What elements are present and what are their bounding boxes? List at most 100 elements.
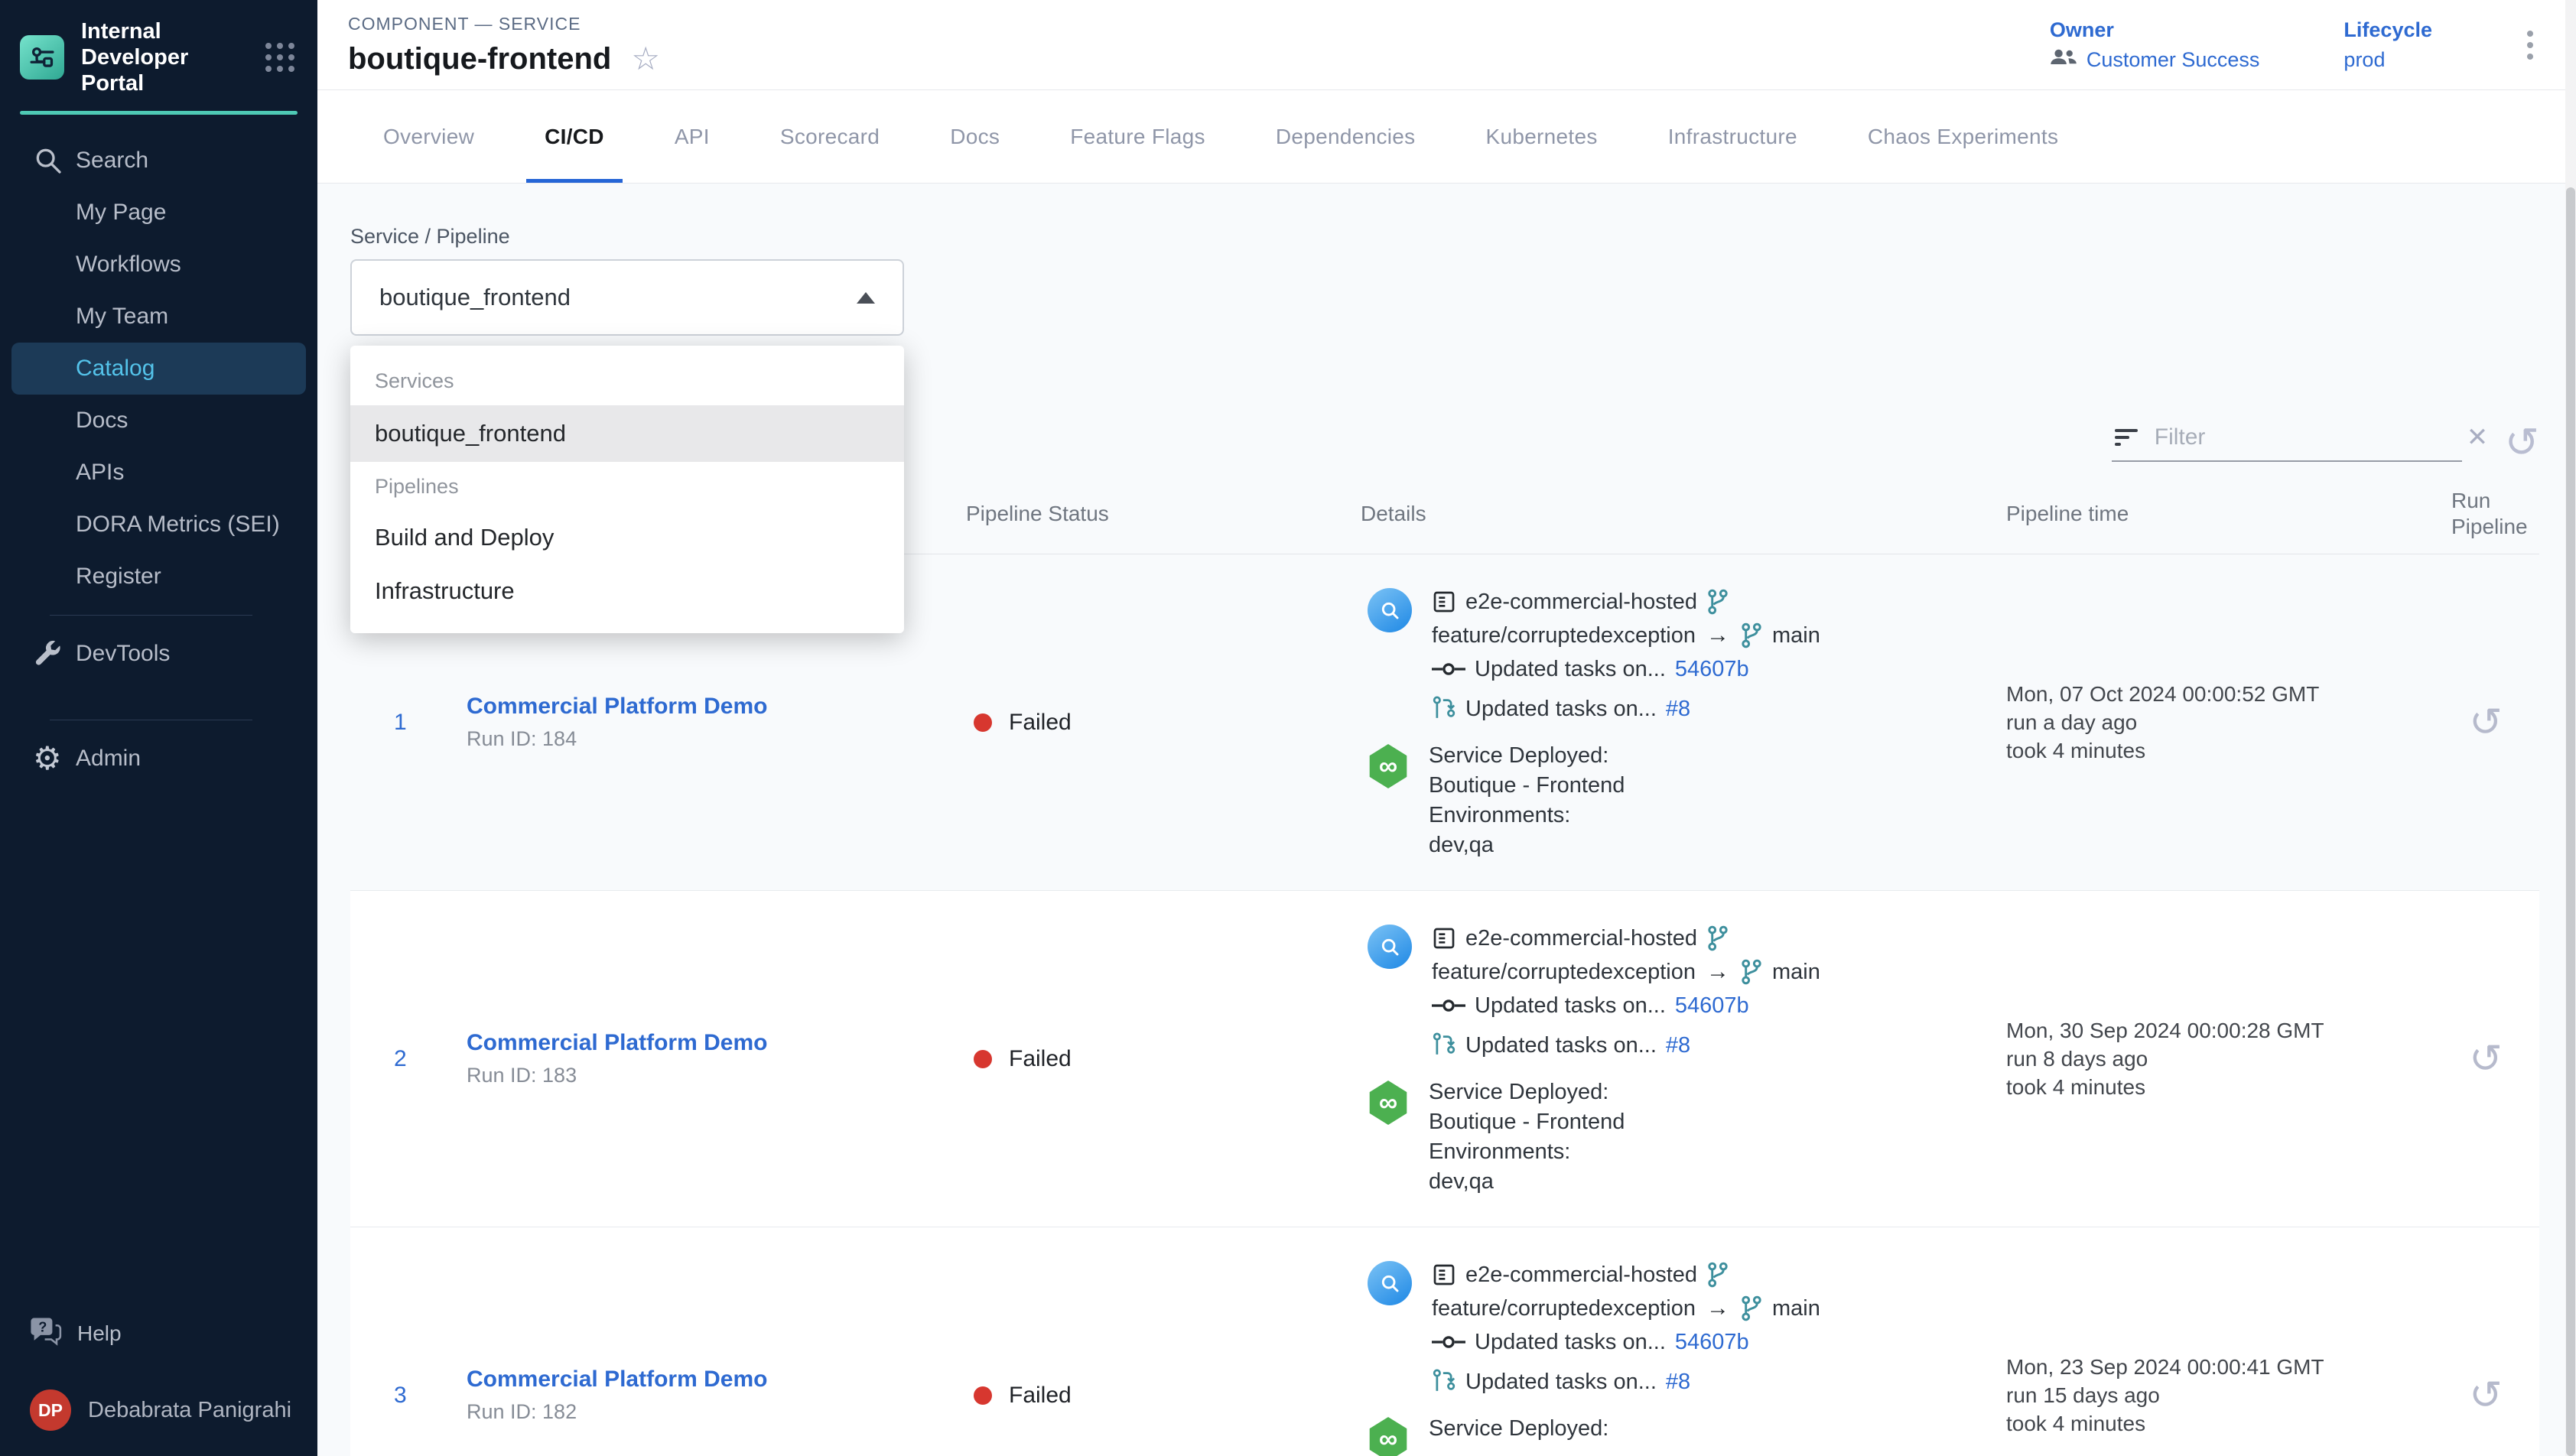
help-button[interactable]: ? Help [11,1308,306,1360]
tab-cicd[interactable]: CI/CD [509,90,639,183]
sidebar-header: Internal Developer Portal [0,0,317,111]
pull-request-icon [1432,1368,1456,1396]
tab-scorecard[interactable]: Scorecard [745,90,915,183]
deploy-details: Service Deployed: Boutique - Frontend En… [1368,1077,1989,1197]
apps-grid-icon[interactable] [262,40,298,75]
menu-option-boutique-frontend[interactable]: boutique_frontend [350,405,904,462]
favorite-star-icon[interactable]: ☆ [631,43,660,75]
pr-message: Updated tasks on... [1465,1029,1657,1062]
user-menu[interactable]: DP Debabrata Panigrahi [11,1384,306,1436]
deploy-line: Boutique - Frontend [1429,1107,1625,1137]
filter-input[interactable] [2153,424,2451,451]
sidebar-item-devtools[interactable]: DevTools [11,628,306,680]
sidebar-item-dora-metrics[interactable]: DORA Metrics (SEI) [11,499,306,551]
menu-group-services: Services [350,356,904,405]
sidebar-item-admin[interactable]: ⚙ Admin [11,733,306,785]
sidebar: Internal Developer Portal Search My Page… [0,0,317,1456]
sidebar-item-label: APIs [76,460,124,486]
clear-filter-icon[interactable]: ✕ [2467,424,2489,450]
tab-infrastructure[interactable]: Infrastructure [1633,90,1833,183]
main-area: COMPONENT — SERVICE boutique-frontend ☆ … [317,0,2576,1456]
details-cell: e2e-commercial-hosted feature/corruptede [1346,891,1989,1197]
sidebar-item-docs[interactable]: Docs [11,395,306,447]
tab-overview[interactable]: Overview [348,90,509,183]
pipeline-name-link[interactable]: Commercial Platform Demo [467,1030,948,1056]
sidebar-item-label: Docs [76,408,128,434]
chevron-up-icon [857,292,875,304]
filter-field: ✕ [2112,424,2462,462]
menu-option-build-and-deploy[interactable]: Build and Deploy [350,511,904,564]
repo-icon [1432,926,1456,951]
tab-kubernetes[interactable]: Kubernetes [1450,90,1632,183]
sidebar-item-label: Search [76,148,148,174]
pipeline-select-value: boutique_frontend [379,284,571,311]
row-index: 1 [350,710,467,736]
tab-docs[interactable]: Docs [915,90,1035,183]
pipeline-time: Mon, 23 Sep 2024 00:00:41 GMT run 15 day… [1989,1353,2432,1438]
run-pipeline-icon[interactable]: ↺ [2469,1039,2503,1079]
user-name: Debabrata Panigrahi [88,1398,291,1423]
commit-link[interactable]: 54607b [1675,989,1749,1022]
entity-header: COMPONENT — SERVICE boutique-frontend ☆ … [317,0,2576,90]
ci-stage-icon [1368,588,1412,632]
refresh-icon[interactable]: ↺ [2505,422,2539,463]
tab-chaos-experiments[interactable]: Chaos Experiments [1833,90,2093,183]
branch-icon [1706,589,1729,615]
commit-message: Updated tasks on... [1475,1325,1666,1359]
scrollbar-thumb[interactable] [2566,187,2575,1456]
sidebar-item-apis[interactable]: APIs [11,447,306,499]
sidebar-item-label: My Team [76,304,168,330]
pr-link[interactable]: #8 [1666,1029,1690,1062]
table-row: 2 Commercial Platform Demo Run ID: 183 F… [350,891,2539,1227]
tab-dependencies[interactable]: Dependencies [1241,90,1451,183]
ci-stage-icon [1368,925,1412,969]
sidebar-item-my-page[interactable]: My Page [11,187,306,239]
run-pipeline-icon[interactable]: ↺ [2469,1376,2503,1415]
branch-icon [1706,925,1729,951]
deploy-line: Environments: [1429,801,1625,830]
column-details: Details [1346,502,1989,526]
sidebar-item-label: Catalog [76,356,154,382]
svg-text:?: ? [38,1319,47,1334]
repo-icon [1432,1263,1456,1287]
commit-link[interactable]: 54607b [1675,652,1749,686]
pipeline-name-link[interactable]: Commercial Platform Demo [467,1367,948,1393]
sidebar-item-label: Register [76,564,161,590]
entity-identity: COMPONENT — SERVICE boutique-frontend ☆ [348,14,660,76]
sidebar-item-register[interactable]: Register [11,551,306,603]
sidebar-item-workflows[interactable]: Workflows [11,239,306,291]
sidebar-item-search[interactable]: Search [11,135,306,187]
failed-dot-icon [974,1050,992,1068]
sidebar-item-catalog[interactable]: Catalog [11,343,306,395]
commit-link[interactable]: 54607b [1675,1325,1749,1359]
column-run-pipeline: Run Pipeline [2432,488,2539,540]
app-title: Internal Developer Portal [81,18,246,97]
cd-stage-icon [1368,1081,1409,1125]
sidebar-item-label: My Page [76,200,166,226]
row-index: 3 [350,1383,467,1409]
pipeline-select[interactable]: boutique_frontend [350,259,904,336]
owner-label: Owner [2050,18,2260,42]
pipeline-name-link[interactable]: Commercial Platform Demo [467,694,948,720]
sidebar-brand-divider [20,111,298,115]
deploy-line: Service Deployed: [1429,741,1625,771]
pr-link[interactable]: #8 [1666,692,1690,726]
commit-icon [1432,1334,1465,1350]
menu-option-infrastructure[interactable]: Infrastructure [350,564,904,618]
tab-feature-flags[interactable]: Feature Flags [1035,90,1241,183]
sidebar-footer: ? Help DP Debabrata Panigrahi [0,1308,317,1456]
run-pipeline-icon[interactable]: ↺ [2469,703,2503,743]
pr-message: Updated tasks on... [1465,1365,1657,1399]
owner-link[interactable]: Customer Success [2050,48,2260,72]
sidebar-item-my-team[interactable]: My Team [11,291,306,343]
more-options-icon[interactable] [2516,23,2544,67]
commit-icon [1432,998,1465,1013]
run-id: Run ID: 182 [467,1400,948,1424]
source-branch: feature/corruptedexception [1432,1292,1696,1325]
help-icon: ? [30,1317,62,1351]
tab-api[interactable]: API [639,90,745,183]
page-title: boutique-frontend [348,42,611,76]
ci-stage-icon [1368,1261,1412,1305]
pr-link[interactable]: #8 [1666,1365,1690,1399]
build-details: e2e-commercial-hosted feature/corruptede [1368,1258,1989,1399]
